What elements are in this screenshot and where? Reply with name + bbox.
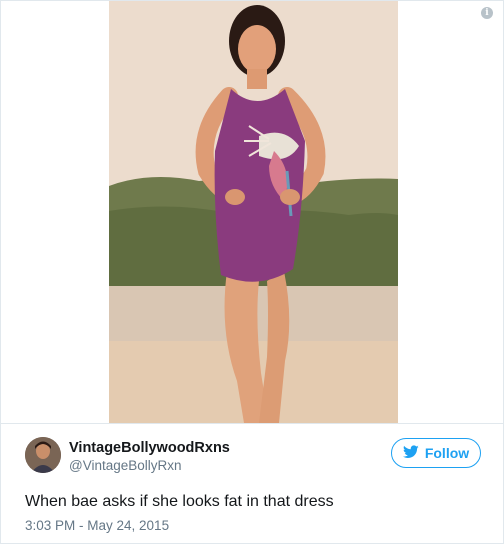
follow-button[interactable]: Follow <box>391 438 481 468</box>
follow-button-label: Follow <box>424 445 470 461</box>
avatar[interactable] <box>25 437 61 473</box>
info-icon[interactable]: i <box>481 7 493 19</box>
tweet-photo[interactable] <box>109 1 398 423</box>
tweet-media[interactable]: i <box>1 1 503 423</box>
author-display-name[interactable]: VintageBollywoodRxns <box>69 439 230 457</box>
twitter-bird-icon <box>402 444 419 462</box>
user-block[interactable]: VintageBollywoodRxns @VintageBollyRxn <box>69 439 230 475</box>
tweet-timestamp[interactable]: 3:03 PM - May 24, 2015 <box>25 518 169 534</box>
tweet-card: i VintageBollywoodRxns @VintageBollyRxn … <box>0 0 504 544</box>
media-divider <box>1 423 503 424</box>
tweet-text: When bae asks if she looks fat in that d… <box>25 493 334 510</box>
author-screen-name[interactable]: @VintageBollyRxn <box>69 457 230 475</box>
